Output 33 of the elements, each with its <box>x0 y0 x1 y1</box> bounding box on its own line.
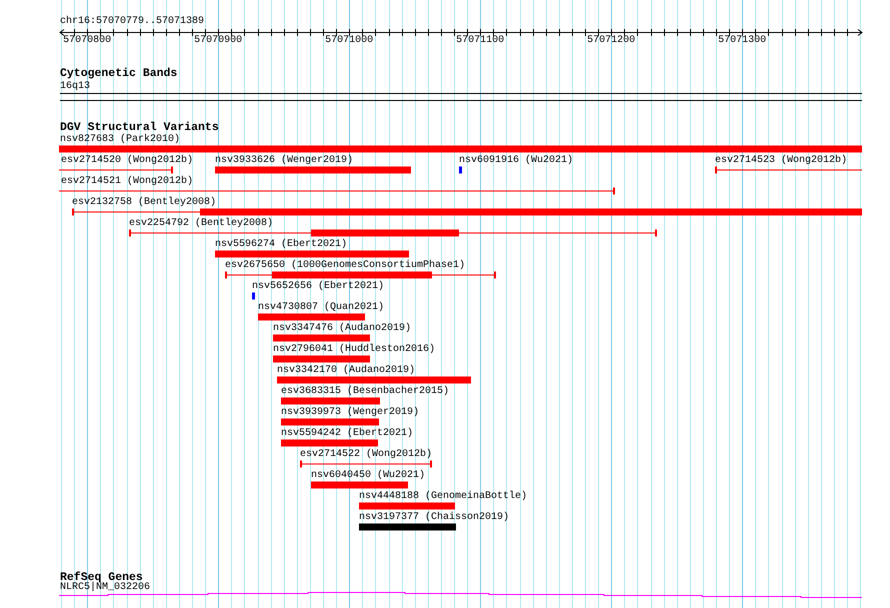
variant-label: nsv3347476 (Audano2019) <box>273 323 412 334</box>
variant-label: nsv3939973 (Wenger2019) <box>281 407 420 418</box>
tick-label: 57071100 <box>456 35 504 46</box>
track-title: DGV Structural Variants <box>60 121 219 134</box>
tick-label: 57070800 <box>63 35 112 46</box>
variant-label: nsv6040450 (Wu2021) <box>311 470 426 481</box>
variant-label: nsv4448188 (GenomeinaBottle) <box>359 491 528 502</box>
variant-label: esv2714520 (Wong2012b) <box>61 155 194 166</box>
variant-label: nsv2796041 (Huddleston2016) <box>273 344 436 355</box>
variant-label: nsv3933626 (Wenger2019) <box>215 155 354 166</box>
variant-label: nsv5652656 (Ebert2021) <box>252 281 384 292</box>
variant-label: esv2254792 (Bentley2008) <box>129 218 274 229</box>
variant-label: esv3683315 (Besenbacher2015) <box>281 386 450 397</box>
variant-label: nsv5596274 (Ebert2021) <box>215 239 348 250</box>
variant-label: esv2714522 (Wong2012b) <box>300 449 432 460</box>
location-label: chr16:57070779..57071389 <box>60 16 204 27</box>
gene-label: NLRC5|NM_032206 <box>60 582 150 593</box>
tick-label: 57071200 <box>587 35 636 46</box>
variant-label: esv2714521 (Wong2012b) <box>61 176 194 187</box>
variant-label: nsv5594242 (Ebert2021) <box>281 428 414 439</box>
band-label: 16q13 <box>60 81 90 92</box>
variant-label: nsv3197377 (Chaisson2019) <box>359 512 510 523</box>
variant-label: esv2714523 (Wong2012b) <box>715 155 848 166</box>
variant-label: nsv827683 (Park2010) <box>60 134 180 145</box>
variant-label: esv2675650 (1000GenomesConsortiumPhase1) <box>225 260 466 271</box>
variant-label: nsv6091916 (Wu2021) <box>459 155 574 166</box>
variant-label: nsv3342170 (Audano2019) <box>277 365 416 376</box>
tick-label: 57070900 <box>194 35 242 46</box>
track-title: Cytogenetic Bands <box>60 67 178 80</box>
tick-label: 57071300 <box>718 35 766 46</box>
variant-label: nsv4730807 (Quan2021) <box>258 302 384 313</box>
tick-label: 57071000 <box>325 35 374 46</box>
variant-label: esv2132758 (Bentley2008) <box>72 197 216 208</box>
